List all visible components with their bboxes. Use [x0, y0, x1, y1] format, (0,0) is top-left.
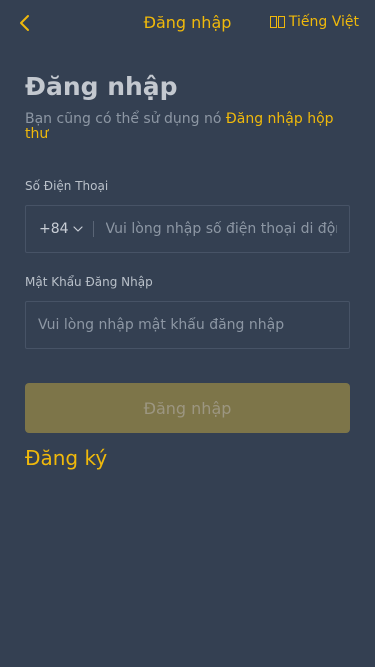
back-button[interactable]	[14, 10, 38, 36]
register-link[interactable]: Đăng ký	[25, 446, 107, 470]
password-field-container	[25, 301, 350, 349]
phone-label: Số Điện Thoại	[25, 179, 109, 193]
country-code-selector[interactable]: +84	[26, 206, 93, 252]
password-input[interactable]	[26, 302, 349, 348]
language-label: Tiếng Việt	[288, 14, 359, 30]
flag-icon	[269, 16, 285, 28]
chevron-left-icon	[20, 15, 29, 31]
login-subtitle: Bạn cũng có thể sử dụng nó Đăng nhập hộp…	[25, 112, 350, 142]
language-switcher[interactable]: Tiếng Việt	[269, 14, 359, 30]
chevron-down-icon	[72, 226, 83, 232]
login-heading: Đăng nhập	[25, 72, 178, 101]
top-bar: Đăng nhập Tiếng Việt	[0, 0, 375, 46]
phone-input[interactable]	[93, 206, 349, 252]
country-code-value: +84	[39, 221, 69, 237]
password-label: Mật Khẩu Đăng Nhập	[25, 275, 153, 289]
login-button[interactable]: Đăng nhập	[25, 383, 350, 433]
phone-field-container: +84	[25, 205, 350, 253]
subtitle-text: Bạn cũng có thể sử dụng nó	[25, 111, 226, 127]
